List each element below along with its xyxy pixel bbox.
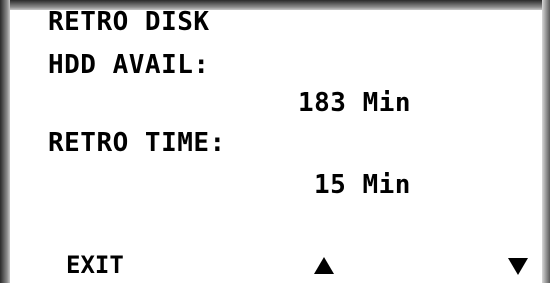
lcd-screen: RETRO DISK HDD AVAIL: 183 Min RETRO TIME… — [0, 0, 550, 283]
exit-softkey[interactable]: EXIT — [66, 250, 124, 280]
hdd-avail-value: 183 Min — [298, 88, 412, 118]
bezel-left — [0, 0, 10, 283]
screen-title: RETRO DISK — [48, 7, 210, 37]
retro-time-value: 15 Min — [314, 170, 411, 200]
retro-time-label: RETRO TIME: — [48, 128, 226, 158]
triangle-up-icon — [314, 257, 334, 274]
bezel-right — [542, 0, 550, 283]
triangle-down-icon — [508, 258, 528, 275]
hdd-avail-label: HDD AVAIL: — [48, 50, 210, 80]
up-softkey[interactable] — [314, 252, 334, 274]
down-softkey[interactable] — [508, 252, 528, 275]
